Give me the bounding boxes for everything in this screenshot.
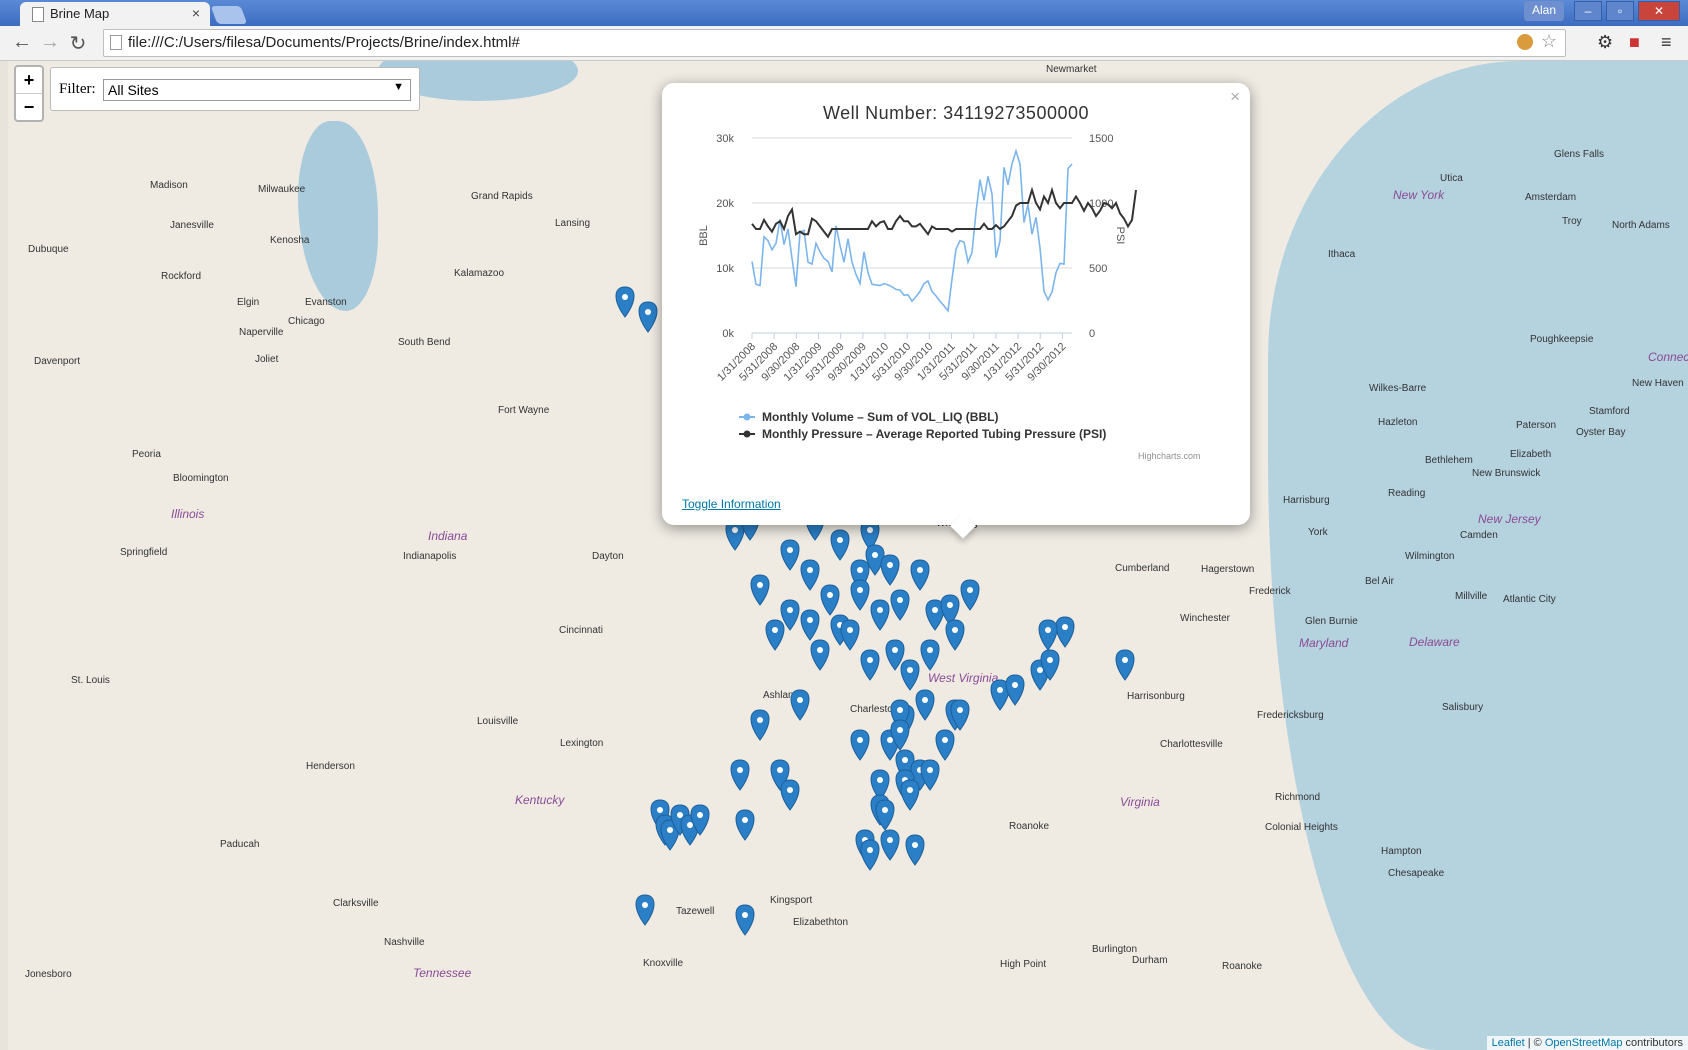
well-marker-icon[interactable] bbox=[840, 619, 860, 651]
well-marker-icon[interactable] bbox=[780, 539, 800, 571]
well-marker-icon[interactable] bbox=[790, 689, 810, 721]
well-marker-icon[interactable] bbox=[880, 554, 900, 586]
y-left-tick-label: 20k bbox=[716, 198, 734, 210]
well-marker-icon[interactable] bbox=[800, 559, 820, 591]
well-marker-icon[interactable] bbox=[1038, 619, 1058, 651]
well-popup: × Well Number: 34119273500000 0k 10k 20k 30… bbox=[662, 83, 1250, 539]
well-marker-icon[interactable] bbox=[735, 904, 755, 936]
well-marker-icon[interactable] bbox=[750, 709, 770, 741]
zoom-in-button[interactable]: + bbox=[16, 67, 42, 93]
well-marker-icon[interactable] bbox=[1115, 649, 1135, 681]
well-marker-icon[interactable] bbox=[910, 559, 930, 591]
page-icon bbox=[32, 7, 44, 22]
menu-icon[interactable]: ≡ bbox=[1661, 32, 1672, 53]
browser-toolbar: ← → ↻ file:///C:/Users/filesa/Documents/… bbox=[0, 26, 1688, 61]
well-marker-icon[interactable] bbox=[920, 639, 940, 671]
map-attribution: Leaflet | © OpenStreetMap contributors bbox=[1486, 1036, 1688, 1050]
toggle-information-link[interactable]: Toggle Information bbox=[682, 497, 781, 511]
new-tab-button[interactable] bbox=[210, 6, 248, 24]
attribution-contributors: contributors bbox=[1622, 1037, 1683, 1049]
extension-icon[interactable] bbox=[1517, 34, 1533, 50]
well-marker-icon[interactable] bbox=[730, 759, 750, 791]
well-marker-icon[interactable] bbox=[900, 779, 920, 811]
well-marker-icon[interactable] bbox=[860, 649, 880, 681]
url-text[interactable]: file:///C:/Users/filesa/Documents/Projec… bbox=[128, 34, 520, 51]
well-marker-icon[interactable] bbox=[960, 579, 980, 611]
well-marker-icon[interactable] bbox=[945, 619, 965, 651]
well-marker-icon[interactable] bbox=[850, 729, 870, 761]
browser-tab[interactable]: Brine Map × bbox=[20, 2, 210, 26]
filter-label: Filter: bbox=[59, 81, 96, 97]
legend-label: Monthly Pressure – Average Reported Tubi… bbox=[762, 427, 1106, 441]
series-line bbox=[751, 186, 1137, 239]
filter-panel: Filter: All Sites ▼ bbox=[50, 67, 420, 111]
bookmark-extension-icon[interactable]: ■ bbox=[1629, 32, 1640, 53]
well-marker-icon[interactable] bbox=[900, 659, 920, 691]
minimize-button[interactable]: – bbox=[1574, 1, 1602, 21]
well-marker-icon[interactable] bbox=[810, 639, 830, 671]
tab-title: Brine Map bbox=[50, 6, 110, 21]
y-left-tick-label: 30k bbox=[716, 133, 734, 145]
well-marker-icon[interactable] bbox=[800, 609, 820, 641]
zoom-control: + − bbox=[14, 65, 44, 122]
well-marker-icon[interactable] bbox=[635, 894, 655, 926]
well-marker-icon[interactable] bbox=[880, 829, 900, 861]
well-marker-icon[interactable] bbox=[780, 779, 800, 811]
well-marker-icon[interactable] bbox=[638, 301, 658, 333]
y-right-axis-label: PSI bbox=[1114, 227, 1126, 245]
well-marker-icon[interactable] bbox=[820, 584, 840, 616]
well-marker-icon[interactable] bbox=[750, 574, 770, 606]
settings-gear-icon[interactable]: ⚙ bbox=[1597, 32, 1613, 53]
well-marker-icon[interactable] bbox=[615, 286, 635, 318]
legend-label: Monthly Volume – Sum of VOL_LIQ (BBL) bbox=[762, 410, 998, 424]
well-marker-icon[interactable] bbox=[1005, 674, 1025, 706]
address-bar[interactable]: file:///C:/Users/filesa/Documents/Projec… bbox=[103, 29, 1566, 57]
zoom-out-button[interactable]: − bbox=[16, 93, 42, 120]
tab-close-icon[interactable]: × bbox=[192, 5, 200, 21]
well-marker-icon[interactable] bbox=[850, 579, 870, 611]
filter-selected-value: All Sites bbox=[108, 82, 159, 98]
user-profile-button[interactable]: Alan bbox=[1523, 1, 1564, 21]
y-right-tick-label: 1500 bbox=[1089, 133, 1113, 145]
close-window-button[interactable]: ✕ bbox=[1638, 1, 1680, 21]
well-marker-icon[interactable] bbox=[860, 839, 880, 871]
y-left-tick-label: 0k bbox=[722, 328, 734, 340]
well-marker-icon[interactable] bbox=[870, 599, 890, 631]
bookmark-star-icon[interactable]: ☆ bbox=[1541, 31, 1557, 52]
attribution-separator: | © bbox=[1524, 1037, 1545, 1049]
y-right-tick-label: 500 bbox=[1089, 263, 1107, 275]
legend-marker bbox=[743, 413, 751, 421]
window-controls: Alan – ▫ ✕ bbox=[1523, 1, 1680, 21]
osm-link[interactable]: OpenStreetMap bbox=[1545, 1037, 1623, 1049]
filter-select[interactable]: All Sites ▼ bbox=[103, 79, 411, 101]
well-marker-icon[interactable] bbox=[915, 689, 935, 721]
well-chart: 0k10k20k30k050010001500BBL PSI1/31/20085/… bbox=[698, 133, 1201, 461]
y-left-tick-label: 10k bbox=[716, 263, 734, 275]
well-marker-icon[interactable] bbox=[1055, 616, 1075, 648]
page-icon bbox=[110, 35, 122, 50]
forward-arrow-icon[interactable]: → bbox=[38, 31, 62, 54]
well-marker-icon[interactable] bbox=[935, 729, 955, 761]
reload-icon[interactable]: ↻ bbox=[66, 31, 90, 56]
title-bar: Brine Map × Alan – ▫ ✕ bbox=[0, 0, 1688, 26]
legend-marker bbox=[743, 430, 751, 438]
well-marker-icon[interactable] bbox=[890, 589, 910, 621]
well-marker-icon[interactable] bbox=[765, 619, 785, 651]
leaflet-link[interactable]: Leaflet bbox=[1492, 1037, 1525, 1049]
y-left-axis-label: BBL bbox=[698, 225, 710, 246]
y-right-tick-label: 0 bbox=[1089, 328, 1095, 340]
well-marker-icon[interactable] bbox=[830, 529, 850, 561]
well-marker-icon[interactable] bbox=[905, 834, 925, 866]
back-arrow-icon[interactable]: ← bbox=[10, 31, 34, 54]
chart-credits: Highcharts.com bbox=[1138, 451, 1201, 461]
well-marker-icon[interactable] bbox=[875, 799, 895, 831]
maximize-button[interactable]: ▫ bbox=[1606, 1, 1634, 21]
well-marker-icon[interactable] bbox=[735, 809, 755, 841]
dropdown-arrow-icon: ▼ bbox=[393, 81, 404, 93]
